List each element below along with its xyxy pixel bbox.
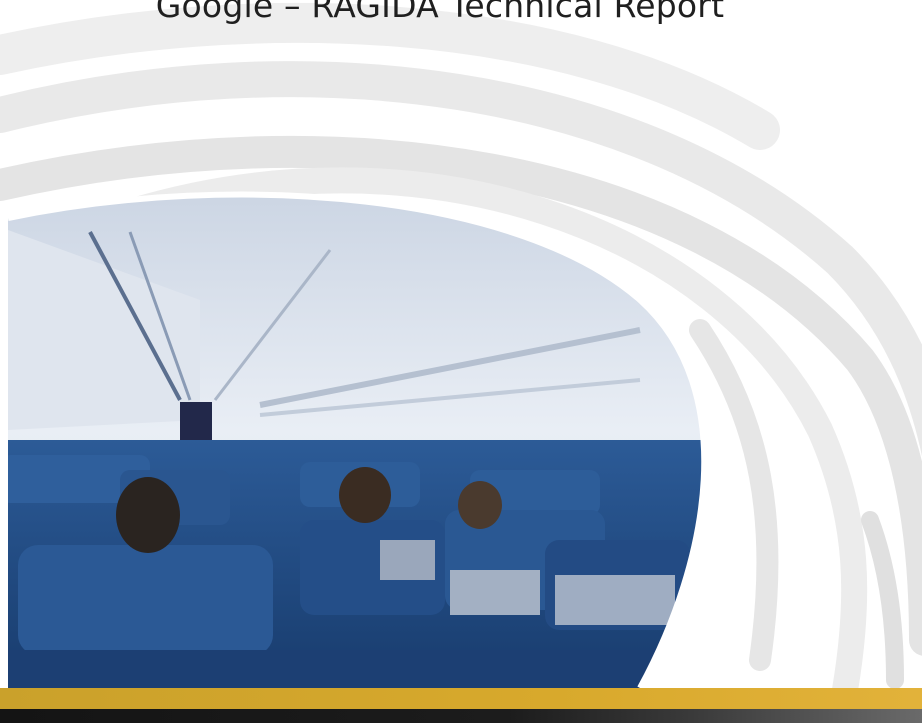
report-cover: Google – RAGIDA Technical Report — [0, 0, 922, 723]
aircraft-cabin-photo — [7, 191, 708, 690]
dark-band — [0, 709, 922, 723]
gold-band — [0, 688, 922, 709]
